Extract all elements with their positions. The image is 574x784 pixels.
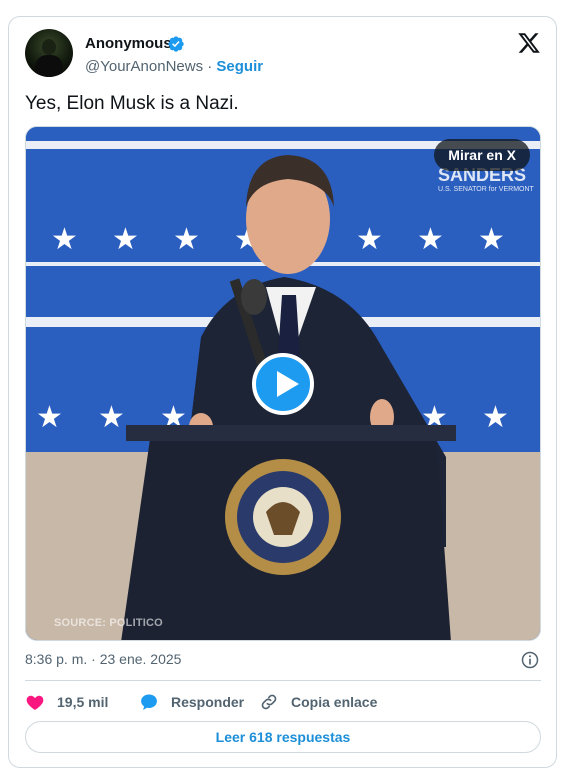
author-handle-row: @YourAnonNews · Seguir bbox=[85, 58, 263, 75]
podium bbox=[121, 425, 456, 640]
separator-dot: · bbox=[207, 58, 213, 75]
copy-link-button[interactable]: Copia enlace bbox=[259, 691, 377, 713]
verified-badge-icon bbox=[168, 36, 184, 52]
svg-text:★: ★ bbox=[482, 400, 509, 435]
play-button[interactable] bbox=[252, 353, 314, 415]
reply-button[interactable]: Responder bbox=[139, 691, 244, 713]
info-icon[interactable] bbox=[520, 650, 540, 670]
embedded-tweet-card: Anonymous @YourAnonNews · Seguir Yes, El… bbox=[8, 16, 557, 768]
x-logo-icon[interactable] bbox=[517, 31, 541, 55]
like-count: 19,5 mil bbox=[57, 694, 109, 710]
play-icon bbox=[277, 371, 299, 397]
avatar[interactable] bbox=[25, 29, 73, 77]
svg-text:★: ★ bbox=[417, 222, 444, 257]
copy-link-label: Copia enlace bbox=[291, 694, 378, 710]
video-player[interactable]: ★ ★ ★ ★ ★ ★ ★ ★ ★ ★ ★ ★ SANDERS U.S. SEN… bbox=[25, 126, 541, 641]
author-name[interactable]: Anonymous bbox=[85, 35, 172, 52]
svg-text:★: ★ bbox=[173, 222, 200, 257]
svg-text:★: ★ bbox=[98, 400, 125, 435]
reply-label: Responder bbox=[171, 694, 245, 710]
avatar-head bbox=[42, 39, 56, 55]
author-handle[interactable]: @YourAnonNews bbox=[85, 58, 203, 75]
svg-text:★: ★ bbox=[51, 222, 78, 257]
svg-text:★: ★ bbox=[112, 222, 139, 257]
svg-text:★: ★ bbox=[36, 400, 63, 435]
svg-text:★: ★ bbox=[356, 222, 383, 257]
tweet-text: Yes, Elon Musk is a Nazi. bbox=[25, 93, 239, 114]
divider bbox=[25, 680, 541, 681]
avatar-body bbox=[35, 55, 63, 77]
follow-link[interactable]: Seguir bbox=[216, 58, 263, 75]
tweet-timestamp[interactable]: 8:36 p. m. · 23 ene. 2025 bbox=[25, 651, 181, 667]
speech-bubble-icon bbox=[141, 694, 157, 710]
link-icon bbox=[261, 694, 277, 710]
svg-text:★: ★ bbox=[478, 222, 505, 257]
watch-on-x-button[interactable]: Mirar en X bbox=[434, 139, 530, 171]
video-source-label: SOURCE: POLITICO bbox=[54, 617, 163, 629]
read-replies-button[interactable]: Leer 618 respuestas bbox=[25, 721, 541, 753]
heart-icon bbox=[26, 695, 44, 710]
backdrop-banner-subtext: U.S. SENATOR for VERMONT bbox=[438, 186, 535, 193]
like-button[interactable]: 19,5 mil bbox=[25, 691, 108, 713]
